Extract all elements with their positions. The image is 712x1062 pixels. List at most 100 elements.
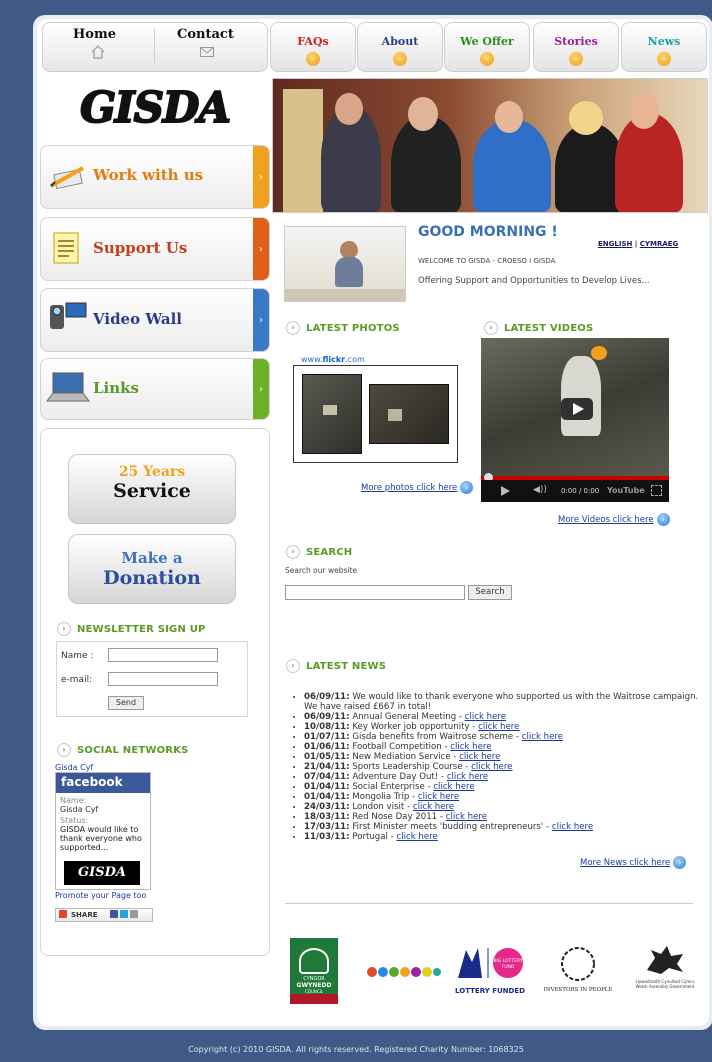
news-click-here-link[interactable]: click here — [397, 832, 438, 842]
latest-news-heading: › LATEST NEWS — [286, 659, 386, 673]
video-wall-label: Video Wall — [93, 310, 182, 328]
children-characters-logo[interactable] — [366, 964, 442, 980]
social-heading: › SOCIAL NETWORKS — [57, 743, 189, 757]
volume-icon[interactable]: ◀)) — [533, 485, 547, 495]
make-donation-button[interactable]: Make a Donation — [68, 534, 236, 604]
more-videos-link[interactable]: More Videos click here › — [558, 513, 670, 526]
play-icon[interactable] — [501, 486, 510, 496]
news-click-here-link[interactable]: click here — [471, 762, 512, 772]
flickr-photo-1[interactable] — [302, 374, 362, 454]
share-button[interactable]: SHARE — [55, 908, 153, 922]
news-date: 21/04/11: — [304, 762, 350, 772]
links-button[interactable]: Links › — [40, 358, 270, 420]
gisda-logo[interactable]: GISDA — [42, 78, 268, 136]
big-lottery-fund-text: FUND — [502, 964, 515, 970]
latest-videos-heading: › LATEST VIDEOS — [484, 321, 593, 335]
youtube-logo[interactable]: YouTube — [607, 486, 645, 495]
news-click-here-link[interactable]: click here — [433, 782, 474, 792]
support-us-label: Support Us — [93, 239, 188, 257]
flickr-suffix: .com — [345, 355, 365, 364]
nav-home-link[interactable]: Home — [73, 27, 116, 42]
news-date: 01/04/11: — [304, 792, 350, 802]
promote-page-link[interactable]: Promote your Page too — [55, 891, 146, 900]
search-button[interactable]: Search — [468, 585, 512, 600]
news-text: Social Enterprise - — [352, 782, 431, 792]
newsletter-heading-text: NEWSLETTER SIGN UP — [77, 624, 206, 635]
facebook-owner-link[interactable]: Gisda Cyf — [55, 763, 93, 772]
25-years-service-banner[interactable]: 25 Years Service — [68, 454, 236, 524]
camera-icon — [49, 301, 89, 334]
news-click-here-link[interactable]: click here — [418, 792, 459, 802]
english-link[interactable]: ENGLISH — [598, 240, 632, 248]
more-news-link[interactable]: More News click here › — [580, 856, 687, 869]
work-with-us-button[interactable]: Work with us › — [40, 145, 270, 209]
pen-icon — [49, 164, 89, 193]
flickr-link[interactable]: www.flickr.com — [301, 355, 365, 364]
welcome-subtitle: WELCOME TO GISDA - CROESO I GISDA — [418, 257, 556, 265]
latest-news-heading-text: LATEST NEWS — [306, 661, 387, 672]
tab-faqs[interactable]: FAQs ⌄ — [270, 22, 356, 72]
news-click-here-link[interactable]: click here — [465, 712, 506, 722]
lottery-funded-logo[interactable]: BIG LOTTERY FUND LOTTERY FUNDED — [452, 944, 528, 996]
latest-photos-heading-text: LATEST PHOTOS — [306, 323, 400, 334]
news-click-here-link[interactable]: click here — [522, 732, 563, 742]
flickr-prefix: www. — [301, 355, 323, 364]
news-text: We would like to thank everyone who supp… — [304, 692, 699, 712]
tab-about[interactable]: About ⌄ — [357, 22, 443, 72]
email-small-icon — [130, 910, 139, 918]
news-click-here-link[interactable]: click here — [552, 822, 593, 832]
chevron-down-icon: ⌄ — [657, 52, 671, 66]
chevron-down-icon: ⌄ — [569, 52, 583, 66]
news-item: 01/05/11: New Mediation Service - click … — [304, 752, 709, 762]
tab-we-offer[interactable]: We Offer ⌄ — [444, 22, 530, 72]
more-photos-link[interactable]: More photos click here › — [361, 481, 474, 494]
gwynedd-emblem — [299, 948, 329, 974]
newsletter-name-input[interactable] — [108, 648, 218, 662]
nav-contact-link[interactable]: Contact — [177, 27, 234, 42]
arrow-right-icon: › — [673, 856, 687, 869]
news-click-here-link[interactable]: click here — [447, 772, 488, 782]
chevron-down-icon: ⌄ — [393, 52, 407, 66]
arrow-right-icon: › — [656, 513, 670, 526]
news-text: Portugal - — [352, 832, 394, 842]
flickr-photo-2[interactable] — [369, 384, 449, 444]
chevron-right-icon: › — [253, 359, 269, 419]
home-icon[interactable] — [91, 45, 105, 62]
video-wall-button[interactable]: Video Wall › — [40, 288, 270, 352]
greeting-heading: GOOD MORNING ! — [418, 224, 558, 240]
gwynedd-council-logo[interactable]: CYNGOR GWYNEDD COUNCIL — [290, 938, 338, 1004]
news-text: Mongolia Trip - — [352, 792, 416, 802]
mail-icon[interactable] — [200, 47, 214, 60]
donation-bottom-text: Donation — [103, 567, 201, 589]
newsletter-email-input[interactable] — [108, 672, 218, 686]
lottery-funded-text: LOTTERY FUNDED — [455, 987, 525, 995]
facebook-widget: facebook Name: Gisda Cyf Status: GISDA w… — [55, 772, 151, 890]
investors-in-people-logo[interactable]: INVESTORS IN PEOPLE — [540, 944, 616, 1000]
news-date: 17/03/11: — [304, 822, 350, 832]
search-heading: › SEARCH — [286, 545, 352, 559]
fullscreen-icon[interactable] — [651, 485, 662, 496]
latest-videos-heading-text: LATEST VIDEOS — [504, 323, 594, 334]
news-item: 01/04/11: Social Enterprise - click here — [304, 782, 709, 792]
video-player[interactable]: ◀)) 0:00 / 0:00 YouTube — [481, 338, 669, 502]
news-text: Red Nose Day 2011 - — [352, 812, 443, 822]
news-click-here-link[interactable]: click here — [450, 742, 491, 752]
news-click-here-link[interactable]: click here — [413, 802, 454, 812]
news-click-here-link[interactable]: click here — [478, 722, 519, 732]
tab-news[interactable]: News ⌄ — [621, 22, 707, 72]
news-click-here-link[interactable]: click here — [459, 752, 500, 762]
newsletter-send-button[interactable]: Send — [108, 696, 144, 710]
chevron-right-icon: › — [253, 289, 269, 351]
search-input[interactable] — [285, 585, 465, 600]
share-plus-icon — [59, 910, 67, 918]
cymraeg-link[interactable]: CYMRAEG — [640, 240, 679, 248]
news-item: 21/04/11: Sports Leadership Course - cli… — [304, 762, 709, 772]
support-us-button[interactable]: Support Us › — [40, 217, 270, 281]
news-click-here-link[interactable]: click here — [446, 812, 487, 822]
welsh-government-logo[interactable]: Llywodraeth Cynulliad Cymru Welsh Assemb… — [630, 944, 700, 1000]
big-lottery-text: BIG LOTTERY — [493, 958, 522, 964]
news-date: 01/06/11: — [304, 742, 350, 752]
video-play-button[interactable] — [561, 398, 593, 420]
arrow-right-icon: › — [286, 545, 300, 559]
tab-stories[interactable]: Stories ⌄ — [533, 22, 619, 72]
